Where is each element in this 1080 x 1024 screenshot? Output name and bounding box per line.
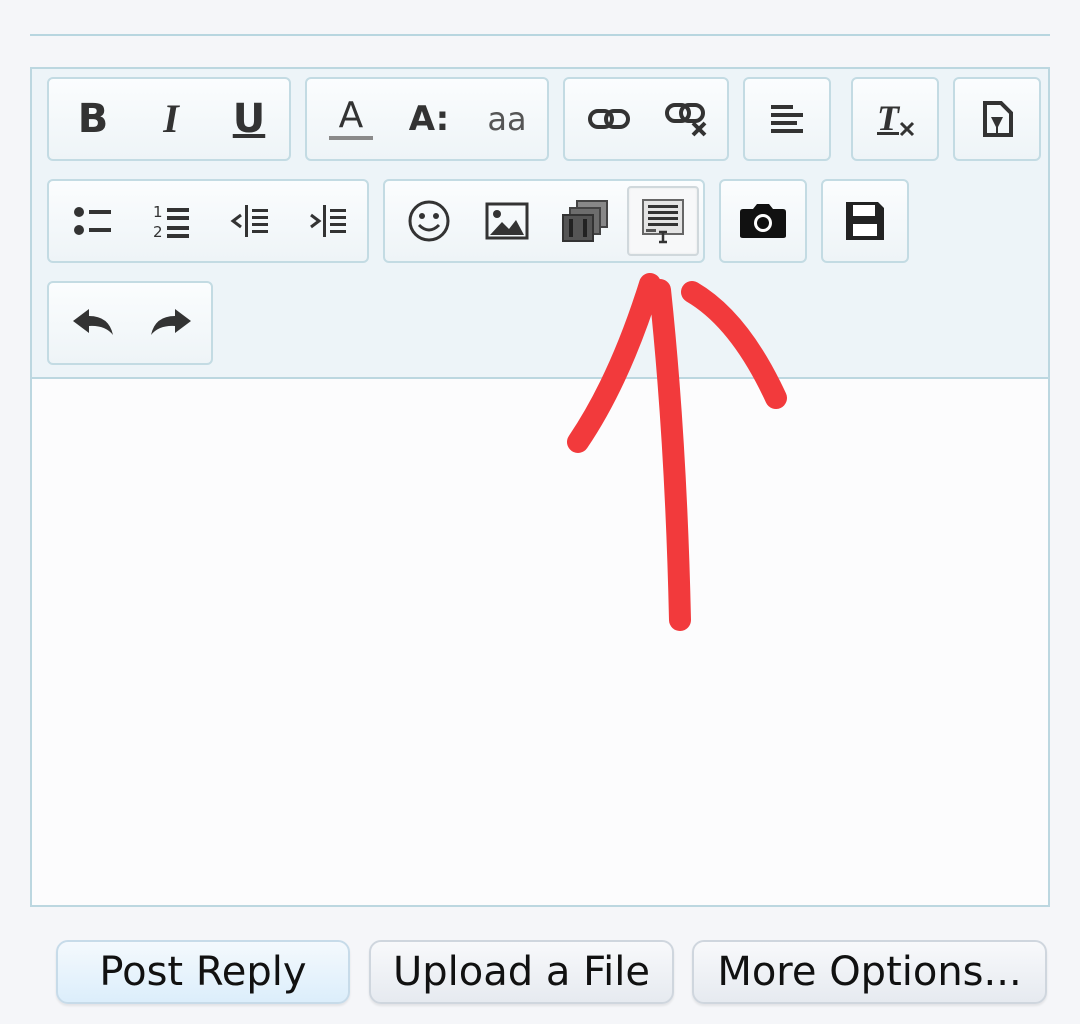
unlink-button[interactable] — [655, 87, 719, 151]
save-group — [821, 179, 909, 263]
underline-button[interactable]: U — [217, 87, 281, 151]
history-group — [47, 281, 213, 365]
spoiler-group — [953, 77, 1041, 161]
bullet-list-icon — [74, 207, 111, 235]
upload-file-button[interactable]: Upload a File — [369, 940, 674, 1004]
font-family-button[interactable]: aa — [475, 87, 539, 151]
image-button[interactable] — [475, 189, 539, 253]
smiley-icon — [408, 200, 450, 242]
spoiler-button[interactable] — [965, 87, 1029, 151]
editor-content-area[interactable] — [32, 379, 1048, 905]
outdent-button[interactable] — [217, 189, 281, 253]
image-icon — [485, 202, 529, 240]
remove-format-icon: T — [875, 97, 915, 141]
undo-icon — [73, 309, 113, 335]
numbered-list-button[interactable]: 1 2 — [139, 189, 203, 253]
italic-button[interactable]: I — [139, 87, 203, 151]
media-button[interactable] — [553, 189, 617, 253]
smilies-button[interactable] — [397, 189, 461, 253]
insert-quote-icon — [642, 199, 684, 244]
bullet-list-button[interactable] — [61, 189, 125, 253]
align-group — [743, 77, 831, 161]
redo-icon — [151, 309, 191, 335]
numbered-list-icon: 1 2 — [153, 203, 189, 240]
save-draft-button[interactable] — [833, 189, 897, 253]
font-size-icon: A: — [408, 99, 450, 139]
remove-format-group: T — [851, 77, 939, 161]
rich-text-editor: B I U A A: aa T 1 2 — [30, 67, 1050, 907]
spoiler-icon — [983, 101, 1013, 137]
link-group — [563, 77, 729, 161]
editor-toolbar: B I U A A: aa T 1 2 — [32, 69, 1048, 379]
remove-format-glyph: T — [877, 98, 899, 138]
bold-button[interactable]: B — [61, 87, 125, 151]
list-group: 1 2 — [47, 179, 369, 263]
text-style-group: B I U — [47, 77, 291, 161]
font-family-icon: aa — [487, 100, 527, 138]
font-group: A A: aa — [305, 77, 549, 161]
text-color-icon: A — [338, 95, 364, 136]
italic-icon: I — [163, 96, 179, 141]
indent-button[interactable] — [295, 189, 359, 253]
media-icon — [562, 200, 608, 242]
redo-button[interactable] — [139, 291, 203, 355]
top-divider — [30, 34, 1050, 36]
camera-group — [719, 179, 807, 263]
insert-group — [383, 179, 705, 263]
insert-quote-button[interactable] — [627, 186, 699, 256]
bold-icon: B — [77, 96, 109, 142]
underline-icon: U — [232, 96, 266, 142]
undo-button[interactable] — [61, 291, 125, 355]
unlink-icon — [665, 103, 707, 137]
post-reply-button[interactable]: Post Reply — [56, 940, 350, 1004]
outdent-icon — [230, 205, 268, 237]
color-underline — [329, 136, 373, 140]
link-button[interactable] — [577, 87, 641, 151]
save-icon — [846, 202, 884, 240]
link-icon — [588, 109, 630, 129]
align-left-button[interactable] — [755, 87, 819, 151]
align-left-icon — [771, 105, 803, 133]
camera-icon — [740, 204, 786, 238]
camera-button[interactable] — [731, 189, 795, 253]
svg-text:1: 1 — [153, 203, 163, 221]
remove-format-button[interactable]: T — [863, 87, 927, 151]
font-size-button[interactable]: A: — [397, 87, 461, 151]
more-options-button[interactable]: More Options... — [692, 940, 1047, 1004]
svg-text:2: 2 — [153, 223, 163, 240]
text-color-button[interactable]: A — [319, 87, 383, 151]
indent-icon — [310, 205, 346, 237]
